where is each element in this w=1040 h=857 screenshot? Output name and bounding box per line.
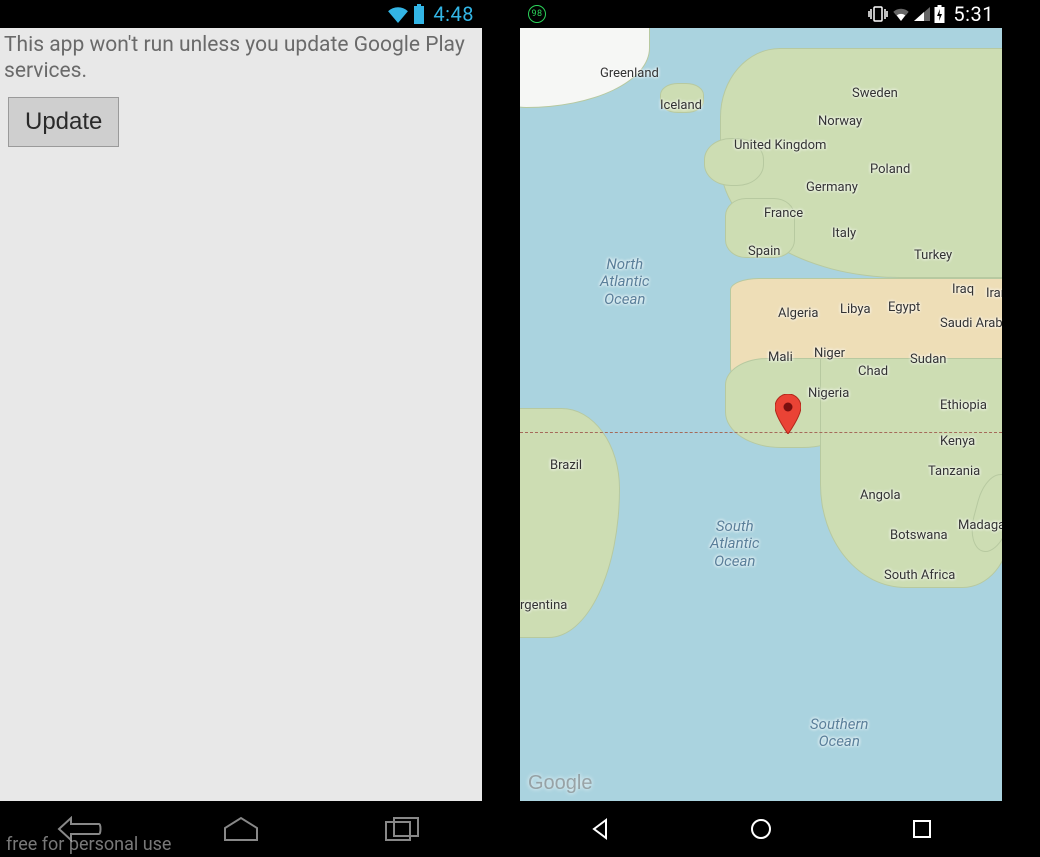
label-germany: Germany	[806, 180, 858, 195]
recent-apps-button[interactable]	[894, 809, 950, 849]
label-south-africa: South Africa	[884, 568, 955, 583]
label-greenland: Greenland	[600, 66, 659, 81]
label-madagascar: Madagascar	[958, 518, 1002, 533]
label-south-atlantic: SouthAtlanticOcean	[710, 518, 760, 570]
label-turkey: Turkey	[914, 248, 952, 263]
home-button[interactable]	[733, 809, 789, 849]
label-uk: United Kingdom	[734, 138, 826, 153]
label-algeria: Algeria	[778, 306, 818, 321]
phone-right: 98 5:31	[482, 0, 1040, 857]
label-north-atlantic: NorthAtlanticOcean	[600, 256, 650, 308]
battery-charging-icon	[934, 5, 945, 23]
back-button[interactable]	[52, 809, 108, 849]
map-marker-icon[interactable]	[775, 394, 801, 434]
label-kenya: Kenya	[940, 434, 975, 449]
label-saudi: Saudi Arabia	[940, 316, 1002, 331]
label-mali: Mali	[768, 350, 793, 365]
label-angola: Angola	[860, 488, 901, 503]
back-button[interactable]	[572, 809, 628, 849]
label-poland: Poland	[870, 162, 910, 177]
label-ethiopia: Ethiopia	[940, 398, 987, 413]
label-brazil: Brazil	[550, 458, 582, 473]
label-libya: Libya	[840, 302, 871, 317]
label-iceland: Iceland	[660, 98, 702, 113]
label-botswana: Botswana	[890, 528, 948, 543]
status-time-left: 4:48	[429, 2, 474, 26]
label-nigeria: Nigeria	[808, 386, 849, 401]
vibrate-icon	[868, 6, 888, 22]
label-sudan: Sudan	[910, 352, 946, 367]
app-body-left: This app won't run unless you update Goo…	[0, 28, 482, 801]
label-argentina: rgentina	[520, 598, 567, 613]
label-iraq: Iraq	[952, 282, 974, 297]
cell-signal-icon	[914, 7, 930, 21]
label-spain: Spain	[748, 244, 780, 259]
label-egypt: Egypt	[888, 300, 920, 315]
label-chad: Chad	[858, 364, 888, 379]
nav-bar-right	[520, 801, 1002, 857]
label-tanzania: Tanzania	[928, 464, 980, 479]
home-button[interactable]	[213, 809, 269, 849]
map-attribution: Google	[528, 772, 593, 795]
status-bar-left: 4:48	[0, 0, 482, 28]
wifi-icon	[892, 7, 910, 21]
map-viewport[interactable]: Greenland Iceland Sweden Norway United K…	[520, 28, 1002, 801]
label-sweden: Sweden	[852, 86, 898, 101]
label-france: France	[764, 206, 803, 221]
status-time-right: 5:31	[949, 2, 994, 26]
label-iran: Iran	[986, 286, 1002, 301]
wifi-icon	[387, 5, 409, 23]
nav-bar-left: free for personal use	[0, 801, 482, 857]
update-button[interactable]: Update	[8, 97, 119, 147]
phone-left: 4:48 This app won't run unless you updat…	[0, 0, 482, 857]
status-bar-right: 98 5:31	[520, 0, 1002, 28]
label-italy: Italy	[832, 226, 856, 241]
label-norway: Norway	[818, 114, 862, 129]
label-southern-ocean: SouthernOcean	[810, 716, 868, 751]
label-niger: Niger	[814, 346, 845, 361]
recent-apps-button[interactable]	[374, 809, 430, 849]
play-services-message: This app won't run unless you update Goo…	[0, 28, 482, 91]
battery-icon	[413, 4, 425, 24]
badge-icon: 98	[528, 5, 546, 23]
equator-line	[520, 432, 1002, 433]
